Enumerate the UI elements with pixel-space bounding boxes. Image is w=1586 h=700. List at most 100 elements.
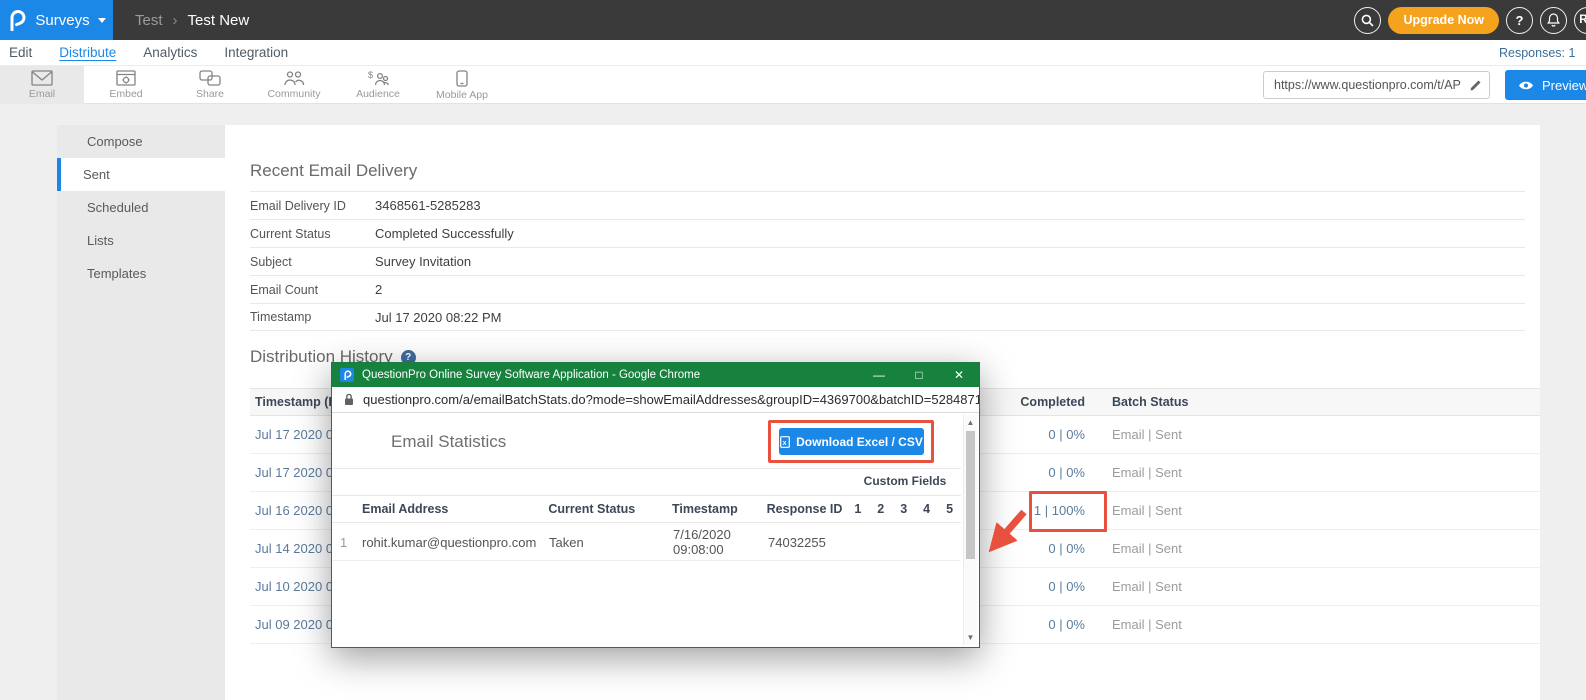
completed-link[interactable]: 0 | 0%	[1048, 465, 1085, 480]
toolbar-item-community[interactable]: Community	[252, 66, 336, 104]
scrollbar-thumb[interactable]	[966, 431, 975, 559]
edit-url-button[interactable]	[1461, 72, 1489, 98]
download-excel-csv-button[interactable]: x Download Excel / CSV	[779, 428, 924, 455]
search-icon	[1361, 14, 1374, 27]
sidebar-item-lists[interactable]: Lists	[57, 224, 225, 257]
row-value: Completed Successfully	[375, 226, 514, 241]
email-statistics-window: QuestionPro Online Survey Software Appli…	[331, 362, 980, 648]
bell-icon	[1547, 13, 1560, 27]
recent-delivery-table: Email Delivery ID 3468561-5285283 Curren…	[250, 191, 1525, 331]
completed-link[interactable]: 0 | 0%	[1048, 579, 1085, 594]
breadcrumb-separator: ›	[173, 12, 178, 29]
row-value: Jul 17 2020 08:22 PM	[375, 310, 501, 325]
email-statistics-title: Email Statistics	[391, 432, 506, 452]
upgrade-now-button[interactable]: Upgrade Now	[1388, 7, 1499, 34]
survey-url-field[interactable]	[1263, 71, 1490, 99]
topbar-actions: Upgrade Now ? RK	[1354, 0, 1586, 40]
tab-integration[interactable]: Integration	[224, 45, 288, 60]
notifications-button[interactable]	[1540, 7, 1567, 34]
responses-count[interactable]: Responses: 1	[1499, 40, 1575, 66]
completed-link-highlighted[interactable]: 1 | 100%	[1034, 503, 1085, 518]
tab-distribute[interactable]: Distribute	[59, 45, 116, 60]
close-button[interactable]: ✕	[939, 368, 979, 382]
scroll-down-icon[interactable]: ▼	[964, 631, 977, 644]
toolbar-item-share[interactable]: Share	[168, 66, 252, 104]
questionpro-logo-icon	[7, 9, 27, 31]
row-value: Survey Invitation	[375, 254, 471, 269]
batch-status: Email | Sent	[1085, 503, 1182, 518]
window-controls: — □ ✕	[859, 368, 979, 382]
sidebar-item-templates[interactable]: Templates	[57, 257, 225, 290]
email-address: rohit.kumar@questionpro.com	[362, 535, 549, 550]
col-custom-5: 5	[938, 502, 961, 516]
community-icon	[283, 70, 305, 86]
toolbar-item-mobile-app[interactable]: Mobile App	[420, 66, 504, 104]
batch-status: Email | Sent	[1085, 617, 1182, 632]
col-current-status: Current Status	[548, 502, 672, 516]
response-id: 74032255	[768, 535, 848, 550]
window-title: QuestionPro Online Survey Software Appli…	[362, 369, 700, 381]
preview-button[interactable]: Preview	[1505, 70, 1586, 100]
col-custom-4: 4	[915, 502, 938, 516]
stats-header-row: Email Address Current Status Timestamp R…	[332, 495, 961, 523]
surveys-menu[interactable]: Surveys	[0, 0, 113, 40]
table-row: Current Status Completed Successfully	[250, 219, 1525, 247]
breadcrumb-folder[interactable]: Test	[135, 12, 163, 29]
share-icon	[199, 70, 221, 86]
row-label: Email Delivery ID	[250, 199, 375, 213]
response-timestamp: 7/16/2020 09:08:00	[673, 527, 768, 557]
email-statistics-page: Email Statistics x Download Excel / CSV …	[332, 413, 979, 647]
svg-text:$: $	[368, 70, 373, 80]
window-titlebar[interactable]: QuestionPro Online Survey Software Appli…	[332, 363, 979, 387]
col-custom-3: 3	[892, 502, 915, 516]
completed-link[interactable]: 0 | 0%	[1048, 427, 1085, 442]
current-status: Taken	[549, 535, 673, 550]
table-row: Email Delivery ID 3468561-5285283	[250, 191, 1525, 219]
completed-link[interactable]: 0 | 0%	[1048, 617, 1085, 632]
toolbar-item-audience[interactable]: $ Audience	[336, 66, 420, 104]
sidebar-item-sent[interactable]: Sent	[57, 158, 225, 191]
completed-link[interactable]: 0 | 0%	[1048, 541, 1085, 556]
eye-icon	[1518, 80, 1534, 91]
row-label: Current Status	[250, 227, 375, 241]
col-email-address: Email Address	[362, 502, 548, 516]
row-value: 2	[375, 282, 382, 297]
col-custom-1: 1	[846, 502, 869, 516]
lock-icon	[344, 393, 354, 406]
batch-status: Email | Sent	[1085, 427, 1182, 442]
breadcrumb-survey-name: Test New	[188, 12, 250, 29]
toolbar-item-email[interactable]: Email	[0, 66, 84, 104]
row-label: Email Count	[250, 283, 375, 297]
mobile-app-icon	[456, 70, 468, 87]
toolbar-item-embed[interactable]: Embed	[84, 66, 168, 104]
avatar[interactable]: RK	[1574, 7, 1586, 34]
questionpro-favicon	[340, 368, 354, 382]
batch-status: Email | Sent	[1085, 541, 1182, 556]
help-button[interactable]: ?	[1506, 7, 1533, 34]
scrollbar[interactable]: ▲ ▼	[963, 415, 977, 645]
distribute-toolbar: Email Embed Share Community $ Audience M…	[0, 66, 1586, 104]
sidebar-item-scheduled[interactable]: Scheduled	[57, 191, 225, 224]
scroll-up-icon[interactable]: ▲	[964, 416, 977, 429]
svg-text:x: x	[783, 440, 787, 447]
divider	[332, 468, 961, 469]
address-bar[interactable]: questionpro.com/a/emailBatchStats.do?mod…	[332, 387, 979, 413]
row-label: Timestamp	[250, 310, 375, 324]
stats-row: 1 rohit.kumar@questionpro.com Taken 7/16…	[332, 524, 961, 561]
tab-edit[interactable]: Edit	[9, 45, 32, 60]
col-custom-2: 2	[869, 502, 892, 516]
survey-url-input[interactable]	[1264, 78, 1461, 92]
search-button[interactable]	[1354, 7, 1381, 34]
minimize-button[interactable]: —	[859, 368, 899, 382]
custom-fields-label: Custom Fields	[859, 474, 951, 488]
maximize-button[interactable]: □	[899, 368, 939, 382]
survey-nav: Edit Distribute Analytics Integration Re…	[0, 40, 1586, 66]
sidebar-item-compose[interactable]: Compose	[57, 125, 225, 158]
product-name: Surveys	[35, 12, 89, 29]
tab-analytics[interactable]: Analytics	[143, 45, 197, 60]
chevron-down-icon	[98, 18, 106, 23]
email-sidebar: Compose Sent Scheduled Lists Templates	[57, 125, 225, 700]
recent-email-delivery-title: Recent Email Delivery	[250, 161, 417, 181]
col-response-id: Response ID	[767, 502, 847, 516]
col-batch-status: Batch Status	[1085, 395, 1188, 409]
